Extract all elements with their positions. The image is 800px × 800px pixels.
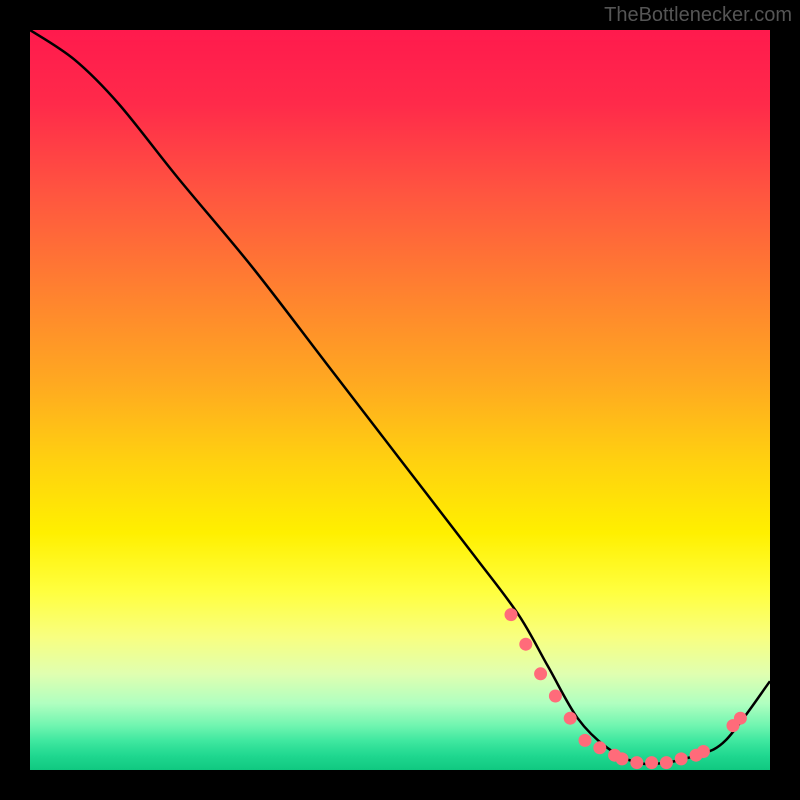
chart-marker [616, 752, 629, 765]
chart-marker [630, 756, 643, 769]
chart-markers [505, 608, 747, 769]
chart-marker [549, 690, 562, 703]
chart-marker [593, 741, 606, 754]
chart-marker [579, 734, 592, 747]
watermark-text: TheBottlenecker.com [604, 4, 792, 27]
chart-marker [660, 756, 673, 769]
chart-marker [505, 608, 518, 621]
chart-svg [30, 30, 770, 770]
chart-marker [734, 712, 747, 725]
chart-plot-area [30, 30, 770, 770]
chart-marker [675, 752, 688, 765]
chart-marker [534, 667, 547, 680]
chart-marker [645, 756, 658, 769]
chart-marker [519, 638, 532, 651]
chart-curve [30, 30, 770, 764]
chart-marker [564, 712, 577, 725]
chart-marker [697, 745, 710, 758]
